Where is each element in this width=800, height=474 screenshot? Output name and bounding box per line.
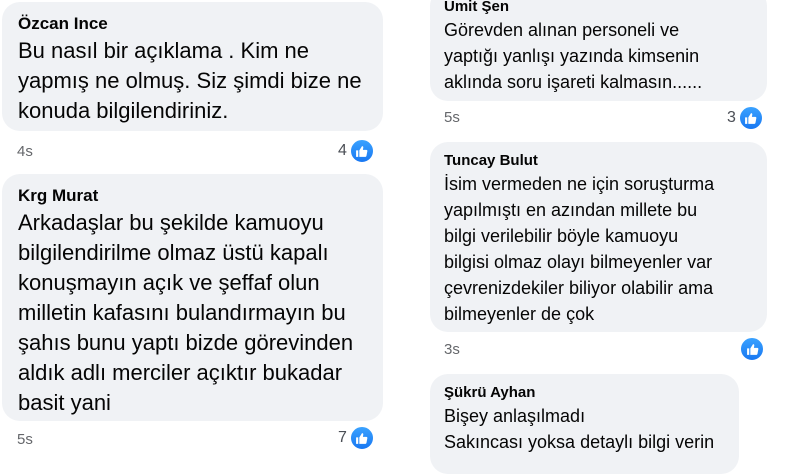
- comment-bubble: Tuncay Bulut İsim vermeden ne için soruş…: [430, 142, 767, 332]
- like-icon: [349, 426, 374, 450]
- comment-author[interactable]: Ümit Şen: [444, 0, 753, 15]
- comment-timestamp[interactable]: 3s: [444, 341, 460, 358]
- reaction-count[interactable]: 3: [727, 106, 763, 130]
- comment-timestamp[interactable]: 5s: [17, 431, 33, 448]
- comment-text: Arkadaşlar bu şekilde kamuoyu bilgilendi…: [18, 210, 354, 415]
- reaction-count-value: 4: [338, 142, 347, 159]
- comment-bubble: Ümit Şen Görevden alınan personeli ve ya…: [430, 0, 767, 101]
- reaction-count[interactable]: 7: [338, 426, 374, 450]
- comment-bubble: Özcan Ince Bu nasıl bir açıklama . Kim n…: [2, 2, 383, 131]
- like-icon: [349, 139, 374, 163]
- reaction-count[interactable]: 4: [338, 139, 374, 163]
- comment-bubble: Şükrü Ayhan Bişey anlaşılmadı Sakıncası …: [430, 374, 739, 474]
- reaction-count-value: 7: [338, 429, 347, 446]
- comment-text: İsim vermeden ne için soruşturma yapılmı…: [444, 174, 715, 324]
- comment-bubble: Krg Murat Arkadaşlar bu şekilde kamuoyu …: [2, 174, 383, 421]
- reaction-count-value: 3: [727, 109, 736, 126]
- comment-author[interactable]: Tuncay Bulut: [444, 152, 753, 169]
- comment-timestamp[interactable]: 5s: [444, 109, 460, 126]
- comment-text: Bu nasıl bir açıklama . Kim ne yapmış ne…: [18, 38, 362, 123]
- comment-text: Bişey anlaşılmadı Sakıncası yoksa detayl…: [444, 406, 715, 452]
- comment-author[interactable]: Krg Murat: [18, 186, 367, 206]
- comment-timestamp[interactable]: 4s: [17, 143, 33, 160]
- comment-author[interactable]: Şükrü Ayhan: [444, 384, 725, 401]
- comment-text: Görevden alınan personeli ve yaptığı yan…: [444, 20, 703, 92]
- reaction-count[interactable]: [740, 337, 764, 361]
- like-icon: [740, 337, 764, 361]
- comment-author[interactable]: Özcan Ince: [18, 14, 367, 34]
- like-icon: [738, 106, 763, 130]
